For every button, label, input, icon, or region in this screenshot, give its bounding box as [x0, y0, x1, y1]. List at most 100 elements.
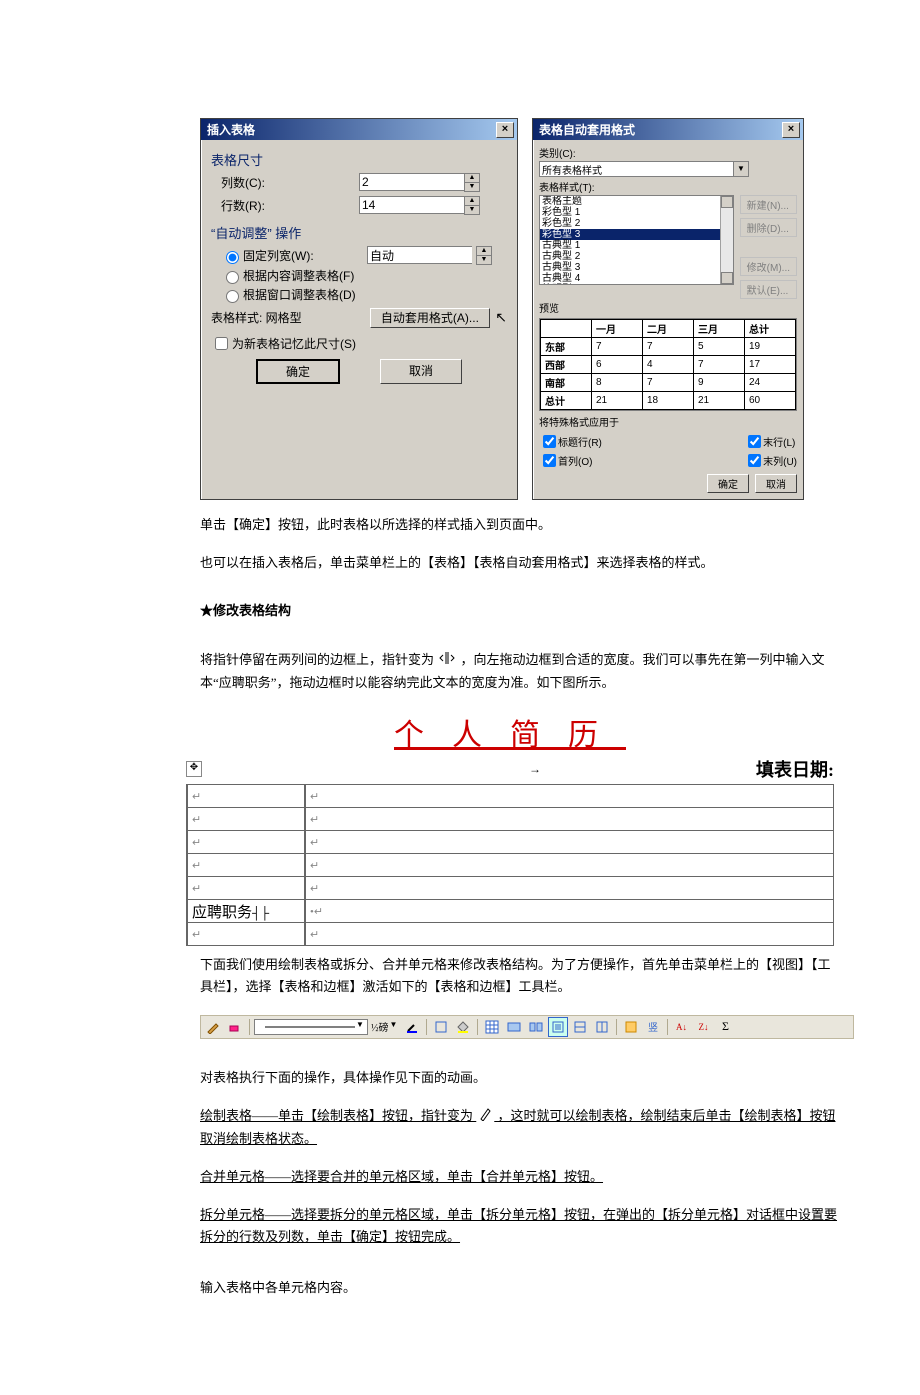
fixed-width-input[interactable] — [367, 246, 472, 264]
table-row-header: 南部 — [541, 374, 592, 392]
line-style-select[interactable]: ▼ — [254, 1019, 368, 1035]
tab-arrow-icon: → — [529, 762, 541, 777]
list-item[interactable]: 彩色型 2 — [540, 218, 733, 229]
split-cells-icon[interactable] — [526, 1017, 546, 1037]
scrollbar[interactable] — [720, 196, 733, 284]
list-item[interactable]: 古典型 4 — [540, 273, 733, 284]
ok-button[interactable]: 确定 — [256, 359, 340, 384]
list-item[interactable]: 彩色型 1 — [540, 207, 733, 218]
instruction-link: 拆分单元格——选择要拆分的单元格区域，单击【拆分单元格】按钮，在弹出的【拆分单元… — [200, 1204, 840, 1248]
table-header: 总计 — [745, 320, 796, 338]
category-combo[interactable] — [539, 161, 734, 177]
chevron-down-icon[interactable]: ▼ — [465, 206, 479, 214]
borders-icon[interactable] — [431, 1017, 451, 1037]
table-move-handle-icon[interactable]: ✥ — [186, 761, 202, 777]
pen-color-icon[interactable] — [402, 1017, 422, 1037]
preview-box: 一月二月三月总计东部77519西部64717南部87924总计21182160 — [539, 318, 797, 411]
svg-text:竖: 竖 — [648, 1022, 658, 1034]
columns-input[interactable] — [359, 173, 464, 191]
text-direction-icon[interactable]: 竖 — [643, 1017, 663, 1037]
table-cell: 7 — [592, 338, 643, 356]
list-item[interactable]: 古典型 2 — [540, 251, 733, 262]
list-item[interactable]: 古典型 1 — [540, 240, 733, 251]
chevron-up-icon[interactable]: ▲ — [477, 247, 491, 256]
scroll-up-icon[interactable] — [721, 196, 733, 208]
modify-button[interactable]: 修改(M)... — [740, 257, 797, 276]
title-row-checkbox[interactable] — [543, 435, 556, 448]
fit-content-label: 根据内容调整表格(F) — [243, 267, 354, 284]
table-cell: 24 — [745, 374, 796, 392]
line-weight-select[interactable]: ½磅▼ — [370, 1017, 400, 1037]
delete-button[interactable]: 删除(D)... — [740, 218, 797, 237]
ok-button[interactable]: 确定 — [707, 474, 749, 493]
close-icon[interactable]: × — [496, 122, 514, 138]
fit-content-radio[interactable] — [226, 271, 239, 284]
table-cell: 7 — [643, 374, 694, 392]
spin-buttons[interactable]: ▲ ▼ — [476, 246, 492, 265]
chevron-up-icon[interactable]: ▲ — [465, 197, 479, 206]
chevron-down-icon[interactable]: ▼ — [734, 161, 749, 177]
alignment-icon[interactable] — [548, 1017, 568, 1037]
cancel-button[interactable]: 取消 — [755, 474, 797, 493]
columns-label: 列数(C): — [211, 174, 359, 191]
paragraph: 对表格执行下面的操作，具体操作见下面的动画。 — [200, 1067, 840, 1089]
eraser-icon[interactable] — [225, 1017, 245, 1037]
pencil-cursor-icon — [478, 1105, 492, 1128]
resume-table: ↵↵ ↵↵ ↵↵ ↵↵ ↵↵ 应聘职务┤├ •↵ ↵↵ — [186, 784, 834, 946]
default-button[interactable]: 默认(E)... — [740, 280, 797, 299]
list-item[interactable]: 古典型 3 — [540, 262, 733, 273]
table-cell: 7 — [694, 356, 745, 374]
preview-table: 一月二月三月总计东部77519西部64717南部87924总计21182160 — [540, 319, 796, 410]
chevron-down-icon[interactable]: ▼ — [477, 256, 491, 264]
insert-table-icon[interactable] — [482, 1017, 502, 1037]
autoformat-icon[interactable] — [621, 1017, 641, 1037]
merge-cells-icon[interactable] — [504, 1017, 524, 1037]
first-col-label: 首列(O) — [558, 453, 592, 468]
last-row-label: 末行(L) — [763, 434, 795, 449]
section-title-size: 表格尺寸 — [211, 150, 507, 169]
sort-desc-icon[interactable]: Z↓ — [694, 1017, 714, 1037]
list-item[interactable]: 彩色型 3 — [540, 229, 733, 240]
last-col-label: 末列(U) — [763, 453, 797, 468]
table-cell: 6 — [592, 356, 643, 374]
table-header: 一月 — [592, 320, 643, 338]
fit-window-radio[interactable] — [226, 290, 239, 303]
new-button[interactable]: 新建(N)... — [740, 195, 797, 214]
paragraph-mark-icon: ↵ — [310, 837, 319, 849]
table-row-header: 东部 — [541, 338, 592, 356]
scroll-down-icon[interactable] — [721, 272, 733, 284]
remember-size-checkbox[interactable] — [215, 337, 228, 350]
autosum-icon[interactable]: Σ — [716, 1017, 736, 1037]
list-item[interactable]: 表格主题 — [540, 196, 733, 207]
sort-asc-icon[interactable]: A↓ — [672, 1017, 692, 1037]
last-col-checkbox[interactable] — [748, 454, 761, 467]
chevron-down-icon[interactable]: ▼ — [355, 1020, 365, 1034]
spin-buttons[interactable]: ▲ ▼ — [464, 173, 480, 192]
distribute-cols-icon[interactable] — [592, 1017, 612, 1037]
fill-color-icon[interactable] — [453, 1017, 473, 1037]
paragraph-mark-icon: ↵ — [310, 929, 319, 941]
last-row-checkbox[interactable] — [748, 435, 761, 448]
spin-buttons[interactable]: ▲ ▼ — [464, 196, 480, 215]
table-style-label: 表格样式: 网格型 — [211, 309, 302, 326]
paragraph-mark-icon: ↵ — [192, 814, 201, 826]
tables-borders-toolbar: ▼ ½磅▼ 竖 A↓ Z↓ Σ — [200, 1015, 854, 1039]
cancel-button[interactable]: 取消 — [380, 359, 462, 384]
style-listbox[interactable]: 表格主题彩色型 1彩色型 2彩色型 3古典型 1古典型 2古典型 3古典型 4简… — [539, 195, 734, 285]
chevron-down-icon[interactable]: ▼ — [465, 183, 479, 191]
article-body: 单击【确定】按钮，此时表格以所选择的样式插入到页面中。 也可以在插入表格后，单击… — [200, 514, 840, 694]
first-col-checkbox[interactable] — [543, 454, 556, 467]
chevron-up-icon[interactable]: ▲ — [465, 174, 479, 183]
separator — [477, 1019, 478, 1035]
paragraph: 单击【确定】按钮，此时表格以所选择的样式插入到页面中。 — [200, 514, 840, 536]
rows-label: 行数(R): — [211, 197, 359, 214]
list-item[interactable]: 简明型 1 — [540, 284, 733, 285]
distribute-rows-icon[interactable] — [570, 1017, 590, 1037]
draw-table-icon[interactable] — [203, 1017, 223, 1037]
paragraph-mark-icon: ↵ — [192, 837, 201, 849]
auto-format-button[interactable]: 自动套用格式(A)... — [370, 308, 490, 328]
fixed-width-radio[interactable] — [226, 251, 239, 264]
close-icon[interactable]: × — [782, 122, 800, 138]
paragraph: 输入表格中各单元格内容。 — [200, 1277, 840, 1299]
rows-input[interactable] — [359, 196, 464, 214]
